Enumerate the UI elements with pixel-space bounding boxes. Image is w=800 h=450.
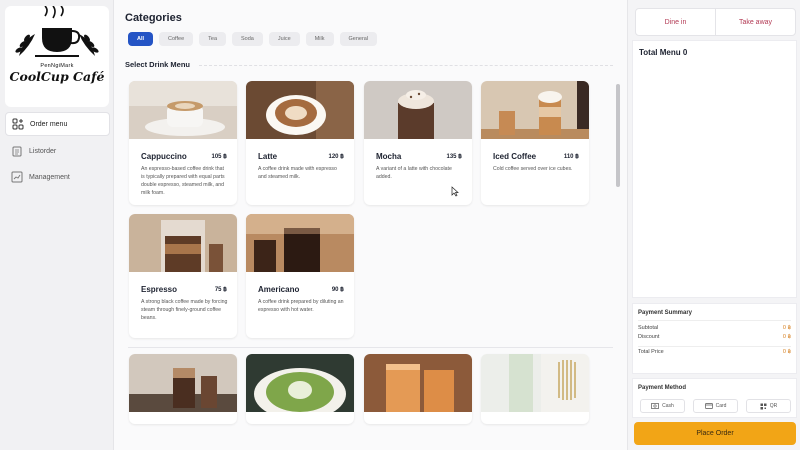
item-description: An espresso-based coffee drink that is t… <box>141 166 225 196</box>
categories-title: Categories <box>125 12 182 24</box>
category-milk[interactable]: Milk <box>305 32 334 46</box>
mocha-photo <box>364 81 472 139</box>
payment-method-title: Payment Method <box>638 385 687 391</box>
item-description: Cold coffee served over ice cubes. <box>493 166 573 172</box>
item-description: A coffee drink made with espresso and st… <box>258 166 337 180</box>
item-name: Espresso <box>141 285 178 294</box>
item-price: 135 ฿ <box>446 154 463 160</box>
item-description: A variant of a latte with chocolate adde… <box>376 166 452 180</box>
grid-plus-icon <box>12 118 24 130</box>
subtotal-row: Subtotal 0 ฿ <box>638 325 791 331</box>
mouse-cursor-icon <box>451 186 459 197</box>
cash-button[interactable]: Cash <box>640 399 685 413</box>
nav-label: Listorder <box>29 147 57 155</box>
menu-card-espresso[interactable]: Espresso 75 ฿ A strong black coffee made… <box>129 214 237 338</box>
section-title: Select Drink Menu <box>125 60 191 69</box>
item-description: A coffee drink prepared by diluting an e… <box>258 299 344 313</box>
category-tea[interactable]: Tea <box>199 32 227 46</box>
nav-item-listorder[interactable]: Listorder <box>5 139 110 163</box>
place-order-button[interactable]: Place Order <box>634 422 796 445</box>
item-price: 75 ฿ <box>214 287 227 293</box>
nav-item-management[interactable]: Management <box>5 165 110 189</box>
item-name: Mocha <box>376 152 402 161</box>
order-type-toggle: Dine in Take away <box>635 8 796 36</box>
menu-card-americano[interactable]: Americano 90 ฿ A coffee drink prepared b… <box>246 214 354 338</box>
total-row: Total Price 0 ฿ <box>638 349 791 355</box>
latte-photo <box>246 81 354 139</box>
americano-photo <box>246 214 354 272</box>
menu-card-partial[interactable] <box>364 354 472 424</box>
menu-card-iced-coffee[interactable]: Iced Coffee 110 ฿ Cold coffee served ove… <box>481 81 589 205</box>
item-name: Latte <box>258 152 278 161</box>
cash-label: Cash <box>662 403 674 409</box>
subtotal-value: 0 ฿ <box>782 325 791 331</box>
payment-summary: Payment Summary Subtotal 0 ฿ Discount 0 … <box>632 303 797 374</box>
item-name: Cappuccino <box>141 152 187 161</box>
divider <box>638 346 791 347</box>
item-price: 105 ฿ <box>211 154 228 160</box>
qr-label: QR <box>769 403 778 409</box>
category-soda[interactable]: Soda <box>232 32 263 46</box>
chart-icon <box>11 171 23 183</box>
qr-button[interactable]: QR <box>746 399 791 413</box>
menu-area: Categories All Coffee Tea Soda Juice Mil… <box>114 0 627 450</box>
card-label: Card <box>715 403 727 409</box>
discount-row: Discount 0 ฿ <box>638 334 791 340</box>
matcha-latte-photo <box>246 354 354 412</box>
category-all[interactable]: All <box>128 32 154 46</box>
credit-card-icon <box>704 403 713 409</box>
item-description: A strong black coffee made by forcing st… <box>141 299 228 321</box>
discount-label: Discount <box>638 334 660 340</box>
menu-card-cappuccino[interactable]: Cappuccino 105 ฿ An espresso-based coffe… <box>129 81 237 205</box>
menu-card-partial[interactable] <box>129 354 237 424</box>
item-name: Americano <box>258 285 300 294</box>
brand-name: CoolCup Café <box>9 69 105 84</box>
brand-logo: PenNgiMark CoolCup Café <box>5 6 109 107</box>
cappuccino-photo <box>129 81 237 139</box>
sidebar: PenNgiMark CoolCup Café Order menu Listo… <box>0 0 114 450</box>
order-items-panel: Total Menu 0 <box>632 40 797 298</box>
item-price: 110 ฿ <box>563 154 579 160</box>
nav-label: Order menu <box>30 120 68 128</box>
thai-tea-photo <box>364 354 472 412</box>
scrollbar-thumb[interactable] <box>616 84 620 187</box>
dine-in-button[interactable]: Dine in <box>636 9 715 35</box>
divider <box>128 347 613 348</box>
iced-coffee-photo <box>481 81 589 139</box>
payment-method-options: Cash Card QR <box>640 399 791 413</box>
clipboard-icon <box>11 145 23 157</box>
nav-label: Management <box>29 173 70 181</box>
cash-icon <box>651 403 660 409</box>
total-label: Total Price <box>638 349 664 355</box>
total-value: 0 ฿ <box>782 349 791 355</box>
category-general[interactable]: General <box>339 32 378 46</box>
subtotal-label: Subtotal <box>638 325 659 331</box>
menu-scrollbar[interactable] <box>615 80 621 415</box>
menu-card-partial[interactable] <box>481 354 589 424</box>
item-name: Iced Coffee <box>493 152 537 161</box>
qr-code-icon <box>760 403 767 409</box>
card-button[interactable]: Card <box>693 399 738 413</box>
take-away-button[interactable]: Take away <box>715 9 795 35</box>
category-chips: All Coffee Tea Soda Juice Milk General <box>128 32 378 46</box>
order-panel: Dine in Take away Total Menu 0 Payment S… <box>627 0 800 450</box>
discount-value: 0 ฿ <box>782 334 791 340</box>
espresso-photo <box>129 214 237 272</box>
category-coffee[interactable]: Coffee <box>159 32 194 46</box>
total-menu-count: Total Menu 0 <box>639 48 688 57</box>
coffee-milk-photo <box>129 354 237 412</box>
divider <box>638 320 791 321</box>
category-juice[interactable]: Juice <box>268 32 300 46</box>
item-price: 90 ฿ <box>331 287 344 293</box>
item-price: 120 ฿ <box>328 154 345 160</box>
payment-method: Payment Method Cash Card QR <box>632 378 797 418</box>
divider <box>199 65 613 66</box>
menu-card-latte[interactable]: Latte 120 ฿ A coffee drink made with esp… <box>246 81 354 205</box>
menu-card-partial[interactable] <box>246 354 354 424</box>
coffee-cup-logo-icon <box>15 6 99 57</box>
payment-summary-title: Payment Summary <box>638 310 693 316</box>
matcha-whisk-photo <box>481 354 589 412</box>
nav-item-order-menu[interactable]: Order menu <box>5 112 110 136</box>
